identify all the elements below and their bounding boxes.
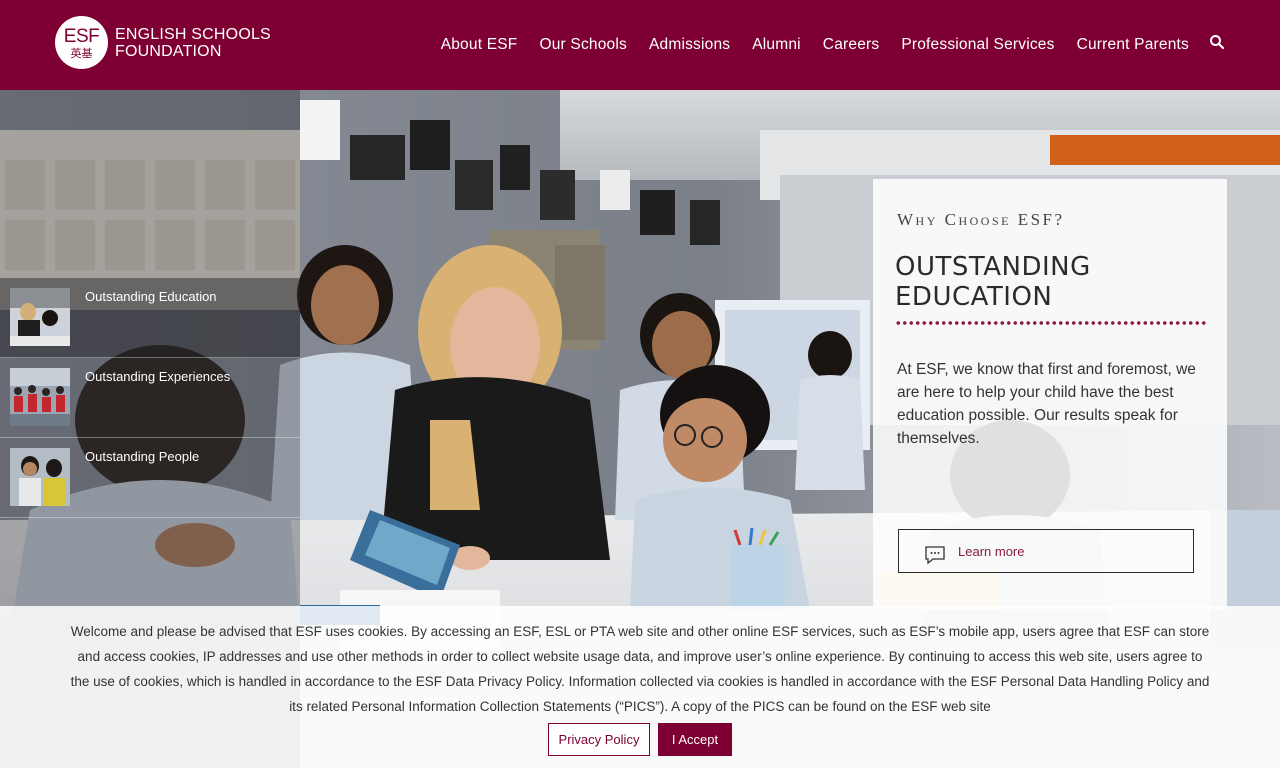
slide-label: Outstanding People [85, 449, 200, 464]
card-body: At ESF, we know that first and foremost,… [897, 361, 1196, 447]
learn-more-button[interactable]: Learn more [898, 529, 1194, 573]
logo-mark-text: ESF [63, 25, 100, 47]
card-kicker: Why Choose ESF? [897, 210, 1065, 229]
nav-careers[interactable]: Careers [823, 36, 880, 54]
logo-chinese-text: 英基 [70, 46, 93, 60]
slide-item-outstanding-experiences[interactable]: Outstanding Experiences [0, 358, 300, 438]
why-choose-card: Why Choose ESF? OUTSTANDING EDUCATION At… [873, 179, 1227, 609]
cookie-message: Welcome and please be advised that ESF u… [70, 624, 1210, 714]
slide-thumbnail [10, 448, 70, 506]
slide-label: Outstanding Education [85, 289, 217, 304]
nav-alumni[interactable]: Alumni [752, 36, 801, 54]
search-icon[interactable] [1209, 34, 1225, 50]
logo-name-line1: ENGLISH SCHOOLS [115, 25, 271, 43]
nav-our-schools[interactable]: Our Schools [539, 36, 627, 54]
cookie-actions: Privacy Policy I Accept [0, 723, 1280, 756]
nav-admissions[interactable]: Admissions [649, 36, 730, 54]
slide-thumbnail [10, 288, 70, 346]
privacy-policy-button[interactable]: Privacy Policy [548, 723, 650, 756]
main-nav: About ESF Our Schools Admissions Alumni … [441, 36, 1189, 54]
site-header: ESF 英基 ENGLISH SCHOOLS FOUNDATION About … [0, 0, 1280, 90]
slide-label: Outstanding Experiences [85, 369, 231, 384]
accept-cookies-button[interactable]: I Accept [658, 723, 732, 756]
nav-current-parents[interactable]: Current Parents [1077, 36, 1189, 54]
chat-icon [925, 546, 945, 565]
logo-wordmark: ENGLISH SCHOOLS FOUNDATION [115, 26, 271, 60]
dotted-divider [895, 320, 1207, 326]
esf-logo[interactable]: ESF 英基 ENGLISH SCHOOLS FOUNDATION [55, 16, 271, 69]
learn-more-label: Learn more [958, 543, 1025, 559]
slide-navigation: Outstanding Education Outstanding Experi… [0, 278, 300, 518]
card-title: OUTSTANDING EDUCATION [895, 252, 1091, 312]
slide-item-outstanding-education[interactable]: Outstanding Education [0, 278, 300, 358]
logo-name-line2: FOUNDATION [115, 42, 222, 60]
slide-thumbnail [10, 368, 70, 426]
nav-professional-services[interactable]: Professional Services [901, 36, 1054, 54]
cookie-banner: Welcome and please be advised that ESF u… [0, 606, 1280, 768]
logo-mark: ESF 英基 [55, 16, 108, 69]
slide-item-outstanding-people[interactable]: Outstanding People [0, 438, 300, 518]
nav-about-esf[interactable]: About ESF [441, 36, 518, 54]
